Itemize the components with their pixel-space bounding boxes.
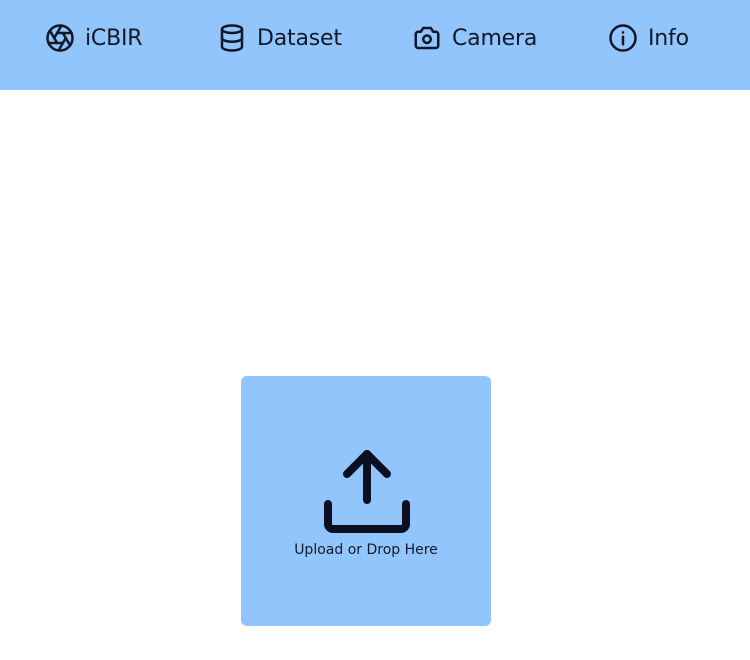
aperture-icon [45, 23, 75, 53]
nav-item-icbir[interactable]: iCBIR [45, 20, 143, 56]
top-nav-bar: iCBIR Dataset Camera Info [0, 0, 750, 90]
nav-item-label: iCBIR [85, 25, 143, 51]
nav-item-dataset[interactable]: Dataset [217, 20, 342, 56]
upload-icon [321, 446, 413, 538]
nav-item-label: Info [648, 25, 689, 51]
upload-label: Upload or Drop Here [294, 542, 438, 558]
nav-item-label: Camera [452, 25, 538, 51]
camera-icon [412, 23, 442, 53]
info-icon [608, 23, 638, 53]
nav-item-camera[interactable]: Camera [412, 20, 537, 56]
nav-item-label: Dataset [257, 25, 342, 51]
upload-dropzone[interactable]: Upload or Drop Here [241, 376, 491, 626]
database-icon [217, 23, 247, 53]
nav-item-info[interactable]: Info [608, 20, 689, 56]
